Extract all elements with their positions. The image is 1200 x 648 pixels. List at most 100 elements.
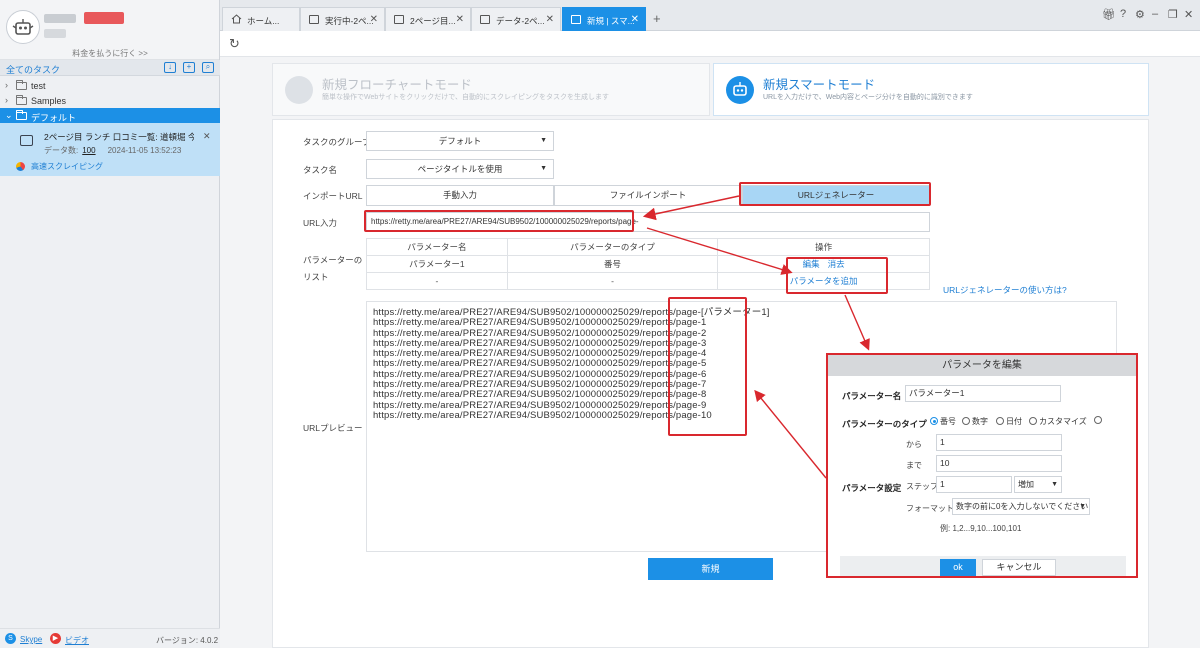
gift-icon[interactable]: 🎁︎	[1102, 8, 1116, 21]
close-window-icon[interactable]: ✕	[1184, 8, 1193, 21]
all-tasks-label[interactable]: 全てのタスク	[6, 63, 60, 76]
task-item[interactable]: 2ページ目 ランチ 口コミ一覧: 道頓堀 今井... ✕ データ数:100 202…	[0, 123, 220, 176]
table-header-row: パラメーター名 パラメーターのタイプ 操作	[366, 238, 930, 256]
gear-icon[interactable]: ⚙	[1135, 8, 1145, 21]
step-input[interactable]: 1	[936, 476, 1012, 493]
url-preview-label: URLプレビュー	[303, 423, 363, 433]
caret-down-icon: ▼	[1079, 503, 1086, 510]
manual-input-option[interactable]: 手動入力	[366, 185, 554, 206]
chevron-right-icon[interactable]: ›	[5, 95, 8, 105]
robot-logo-icon	[12, 19, 34, 35]
video-icon[interactable]: ▶	[50, 633, 61, 644]
help-icon[interactable]: ?	[1120, 8, 1126, 20]
download-icon[interactable]: ↓	[164, 62, 176, 73]
radio-icon	[996, 417, 1004, 425]
task-group-label: タスクのグループ	[303, 137, 371, 147]
tab-new-smart[interactable]: 新規 | スマ... ✕	[562, 7, 646, 31]
param-name-input[interactable]: パラメーター1	[905, 385, 1061, 402]
close-icon[interactable]: ✕	[203, 131, 211, 142]
ok-button[interactable]: ok	[940, 559, 976, 576]
folder-icon	[16, 95, 27, 105]
add-tab-icon[interactable]: +	[653, 11, 661, 26]
smart-mode-subtitle: URLを入力だけで、Web内容とページ分けを自動的に識別できます	[763, 94, 973, 101]
close-icon[interactable]: ✕	[370, 14, 378, 25]
reload-icon[interactable]: ↻	[229, 36, 240, 52]
format-example: 例: 1,2...9,10...100,101	[940, 524, 1022, 533]
radio-label: カスタマイズ	[1039, 417, 1087, 426]
from-input[interactable]: 1	[936, 434, 1062, 451]
folder-default[interactable]: ⌄ デフォルト	[0, 108, 220, 123]
folder-samples[interactable]: › Samples	[0, 93, 220, 108]
type-radio-custom[interactable]: カスタマイズ	[1029, 416, 1087, 427]
page-icon	[571, 15, 581, 24]
tab-label: ホーム...	[247, 16, 280, 26]
flowchart-mode-card[interactable]: 新規フローチャートモード 簡単な操作でWebサイトをクリックだけで、自動的にスク…	[272, 63, 710, 116]
robot-icon	[726, 76, 754, 104]
radio-icon	[1094, 416, 1102, 424]
create-button[interactable]: 新規	[648, 558, 773, 580]
home-icon	[231, 14, 242, 24]
pay-link[interactable]: 料金を払うに行く >>	[0, 48, 220, 59]
url-generator-help-link[interactable]: URLジェネレーターの使い方は?	[943, 284, 1067, 296]
radio-icon	[1029, 417, 1037, 425]
chevron-down-icon[interactable]: ⌄	[5, 110, 13, 121]
param-type-label: パラメーターのタイプ	[842, 419, 927, 429]
empty-cell: -	[506, 272, 719, 290]
video-link[interactable]: ビデオ	[65, 635, 89, 646]
to-input[interactable]: 10	[936, 455, 1062, 472]
fast-scrape-link[interactable]: 高速スクレイピング	[16, 161, 103, 172]
close-icon[interactable]: ✕	[546, 14, 554, 25]
folder-name: Samples	[31, 96, 67, 106]
page-icon	[309, 15, 319, 24]
type-radio-extra[interactable]	[1094, 416, 1104, 425]
task-name-label: タスク名	[303, 165, 338, 175]
empty-cell: -	[366, 272, 508, 290]
flowchart-mode-subtitle: 簡単な操作でWebサイトをクリックだけで、自動的にスクレイピングをタスクを生成し…	[322, 94, 609, 101]
format-select[interactable]: 数字の前に0を入力しないでください ▼	[952, 498, 1090, 515]
param-type-cell: 番号	[506, 255, 719, 273]
annotation-page-numbers	[668, 297, 747, 436]
radio-icon	[930, 417, 938, 425]
tab-running[interactable]: 実行中-2ペ... ✕	[300, 7, 385, 31]
from-label: から	[906, 440, 922, 449]
file-import-option[interactable]: ファイルインポート	[554, 185, 742, 206]
chevron-right-icon[interactable]: ›	[5, 80, 8, 90]
minimize-icon[interactable]: –	[1152, 8, 1158, 20]
caret-down-icon: ▼	[540, 165, 547, 172]
robot-glyph	[733, 82, 747, 96]
task-group-select[interactable]: デフォルト ▼	[366, 131, 554, 151]
avatar[interactable]	[6, 10, 40, 44]
close-icon[interactable]: ✕	[631, 14, 639, 25]
param-name-cell: パラメーター1	[366, 255, 508, 273]
close-icon[interactable]: ✕	[456, 14, 464, 25]
folder-test[interactable]: › test	[0, 78, 220, 93]
type-radio-date[interactable]: 日付	[996, 416, 1022, 427]
skype-link[interactable]: Skype	[20, 635, 42, 644]
add-icon[interactable]: +	[183, 62, 195, 73]
task-title[interactable]: 2ページ目 ランチ 口コミ一覧: 道頓堀 今井...	[44, 131, 194, 143]
tab-page2[interactable]: 2ページ目... ✕	[385, 7, 471, 31]
restore-icon[interactable]: ❐	[1168, 8, 1178, 21]
tab-bar: ホーム... 実行中-2ペ... ✕ 2ページ目... ✕ データ-2ペ... …	[220, 0, 1200, 31]
radio-icon	[962, 417, 970, 425]
sidebar: 料金を払うに行く >> 全てのタスク ↓ + ⌕ › test › Sample…	[0, 0, 220, 648]
data-count[interactable]: 100	[82, 146, 95, 155]
tab-label: データ-2ペ...	[496, 16, 545, 26]
robot-icon	[20, 135, 33, 146]
page-icon	[480, 15, 490, 24]
format-value: 数字の前に0を入力しないでください	[956, 502, 1089, 511]
smart-mode-title: 新規スマートモード	[763, 78, 876, 92]
type-radio-number[interactable]: 番号	[930, 416, 956, 427]
tab-data[interactable]: データ-2ペ... ✕	[471, 7, 561, 31]
search-icon[interactable]: ⌕	[202, 62, 214, 73]
skype-icon[interactable]: S	[5, 633, 16, 644]
version-text: バージョン: 4.0.2	[156, 636, 219, 645]
cancel-button[interactable]: キャンセル	[982, 559, 1056, 576]
address-bar: ↻	[220, 31, 1200, 57]
step-mode-select[interactable]: 増加 ▼	[1014, 476, 1062, 493]
smart-mode-card[interactable]: 新規スマートモード URLを入力だけで、Web内容とページ分けを自動的に識別でき…	[713, 63, 1149, 116]
type-radio-digits[interactable]: 数字	[962, 416, 988, 427]
task-name-select[interactable]: ページタイトルを使用 ▼	[366, 159, 554, 179]
tab-home[interactable]: ホーム...	[222, 7, 300, 31]
dialog-footer: ok キャンセル	[840, 556, 1126, 576]
